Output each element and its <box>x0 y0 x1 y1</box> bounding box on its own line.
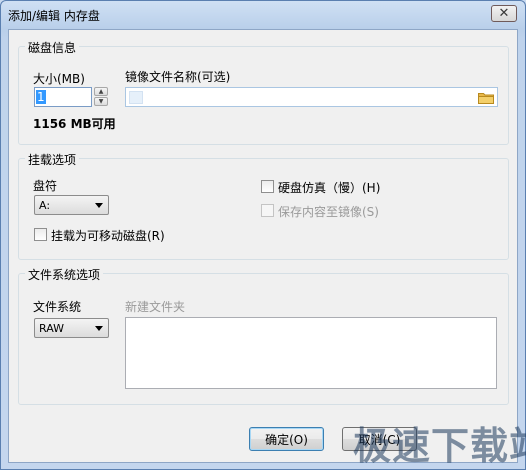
removable-checkbox[interactable] <box>34 228 47 241</box>
hard-disk-emulation-checkbox[interactable] <box>261 180 274 193</box>
save-to-image-checkbox[interactable] <box>261 204 274 217</box>
fs-options-group-title: 文件系统选项 <box>25 266 104 283</box>
mount-options-group: 挂载选项 盘符 A: 挂载为可移动磁盘(R) 硬盘仿真（慢）(H) 保存内容至镜… <box>18 151 509 260</box>
dialog-client-area: 磁盘信息 大小(MB) 1 ▲ ▼ 1156 MB可用 镜像文件名称(可选) 挂… <box>8 29 518 463</box>
close-button[interactable]: ✕ <box>491 5 517 22</box>
fs-label: 文件系统 <box>33 300 82 314</box>
chevron-down-icon <box>95 203 103 208</box>
drive-letter-label: 盘符 <box>33 179 58 193</box>
hard-disk-emulation-label[interactable]: 硬盘仿真（慢）(H) <box>278 179 380 196</box>
mount-options-group-title: 挂载选项 <box>25 151 80 168</box>
new-folder-textarea[interactable] <box>125 317 497 389</box>
watermark-logo: 极速下载站 <box>353 424 526 468</box>
ok-button[interactable]: 确定(O) <box>249 427 324 451</box>
chevron-down-icon <box>95 326 103 331</box>
size-label: 大小(MB) <box>33 72 85 86</box>
spin-down-icon[interactable]: ▼ <box>94 97 108 106</box>
disk-info-group-title: 磁盘信息 <box>25 39 80 56</box>
image-name-label: 镜像文件名称(可选) <box>125 70 231 84</box>
save-to-image-label: 保存内容至镜像(S) <box>278 205 379 219</box>
folder-icon[interactable] <box>478 91 494 104</box>
image-name-input[interactable] <box>125 87 498 107</box>
size-value: 1 <box>36 90 46 104</box>
drive-letter-select[interactable]: A: <box>34 195 109 215</box>
removable-label[interactable]: 挂载为可移动磁盘(R) <box>51 227 165 244</box>
close-icon: ✕ <box>498 6 510 21</box>
window-title: 添加/编辑 内存盘 <box>8 9 100 23</box>
fs-select[interactable]: RAW <box>34 318 109 338</box>
size-input[interactable]: 1 <box>34 87 92 107</box>
spin-up-icon[interactable]: ▲ <box>94 87 108 96</box>
fs-options-group: 文件系统选项 文件系统 RAW 新建文件夹 <box>18 266 509 405</box>
title-bar[interactable]: 添加/编辑 内存盘 ✕ <box>1 1 525 27</box>
file-icon <box>129 91 143 104</box>
available-space-text: 1156 MB可用 <box>33 117 116 131</box>
dialog-window: 添加/编辑 内存盘 ✕ 磁盘信息 大小(MB) 1 ▲ ▼ 1156 MB可用 … <box>0 0 526 470</box>
drive-letter-value: A: <box>39 199 51 212</box>
disk-info-group: 磁盘信息 大小(MB) 1 ▲ ▼ 1156 MB可用 镜像文件名称(可选) <box>18 39 509 145</box>
fs-value: RAW <box>39 322 64 335</box>
new-folder-label: 新建文件夹 <box>125 300 186 314</box>
